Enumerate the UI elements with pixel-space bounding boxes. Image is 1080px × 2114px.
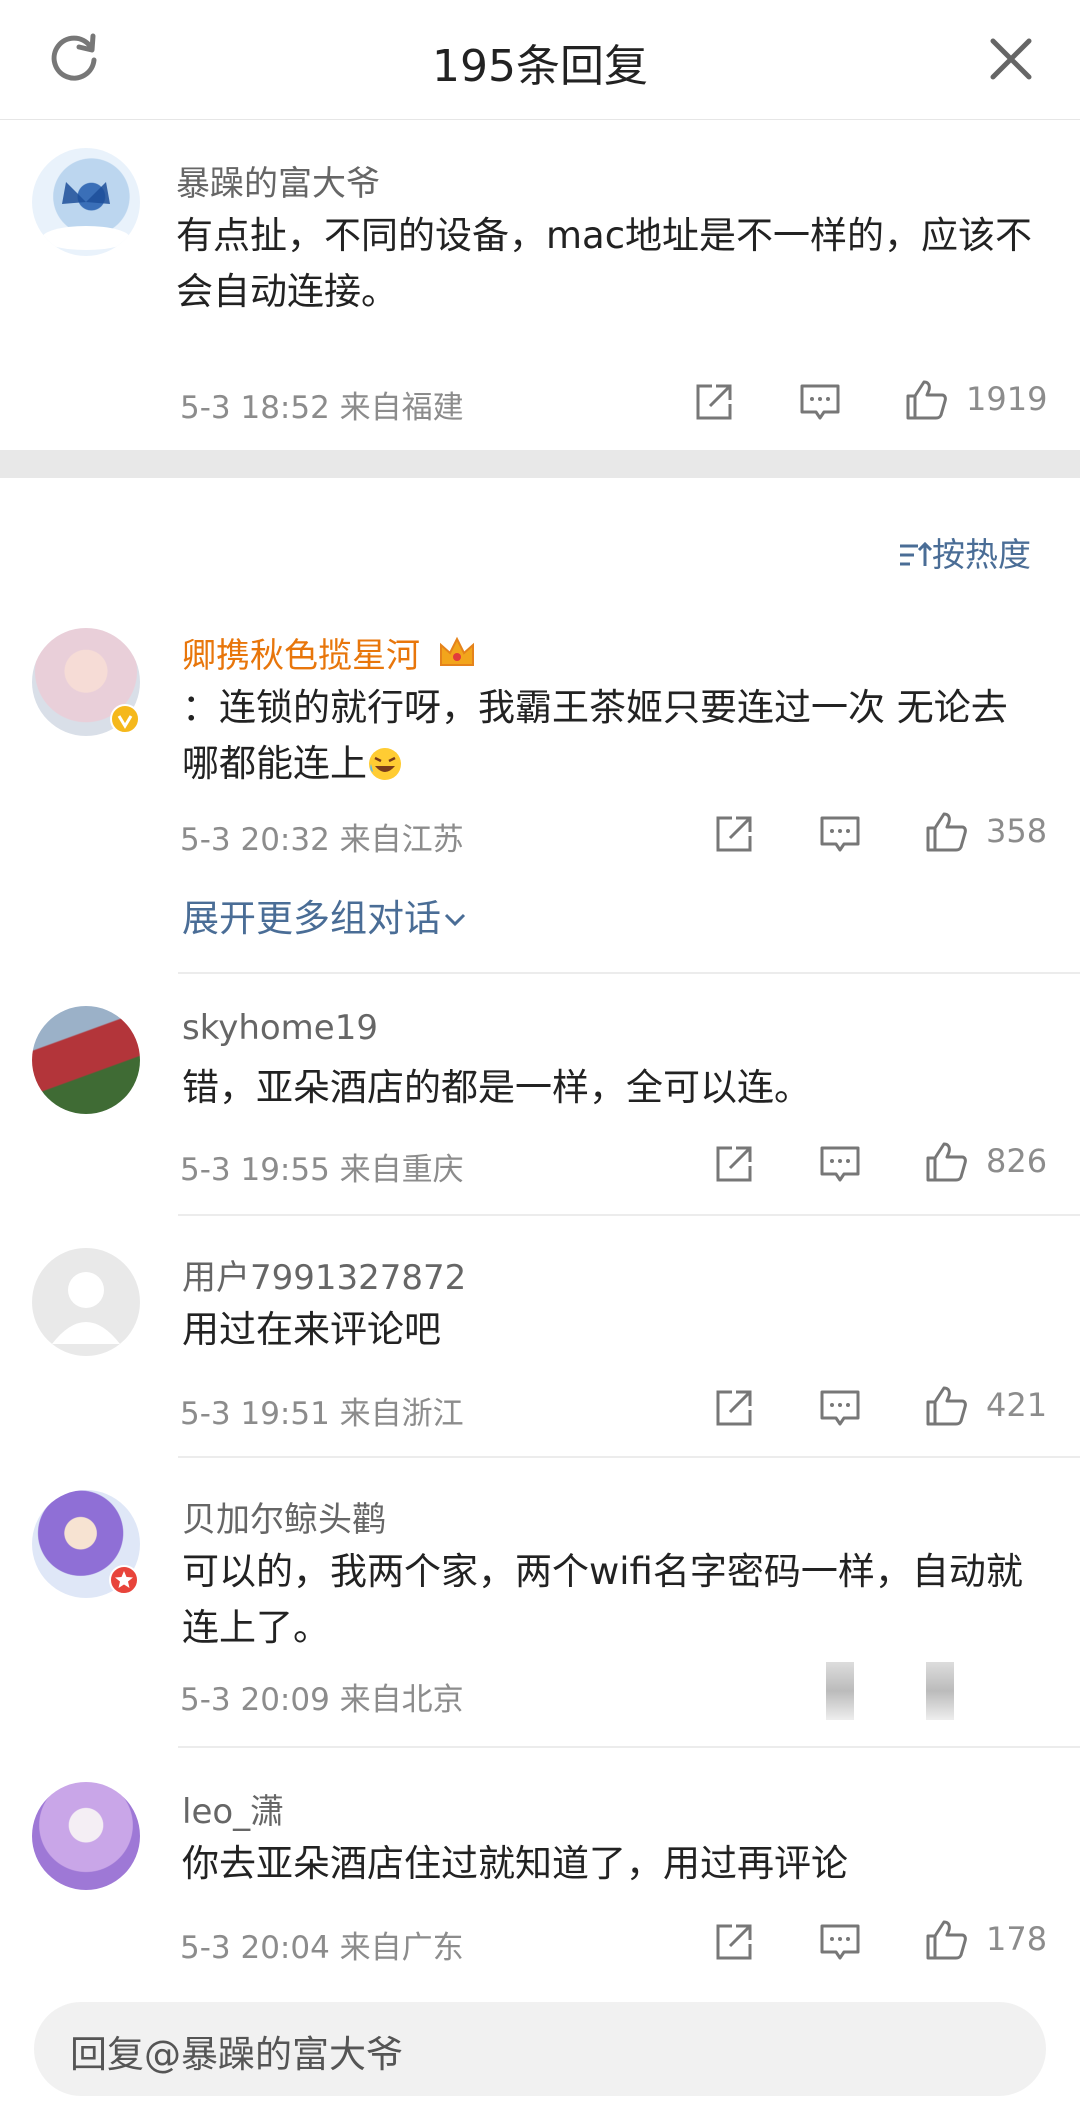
avatar[interactable] — [32, 1248, 140, 1356]
avatar[interactable] — [32, 148, 140, 256]
verified-badge-icon — [110, 704, 140, 734]
like-icon[interactable] — [904, 378, 948, 422]
close-icon[interactable] — [988, 36, 1034, 82]
share-icon[interactable] — [712, 812, 756, 856]
crown-icon — [439, 636, 474, 666]
user-name[interactable]: leo_潇 — [182, 1784, 284, 1833]
expand-conversation-link[interactable]: 展开更多组对话 — [182, 888, 467, 942]
like-count: 826 — [986, 1142, 1048, 1180]
divider — [178, 1214, 1080, 1216]
page-title: 195条回复 — [432, 41, 648, 92]
blurred-action-icon — [926, 1662, 954, 1720]
comment-meta: 5-3 19:51 来自浙江 — [180, 1396, 464, 1432]
user-name[interactable]: 卿携秋色揽星河 — [182, 628, 477, 677]
comment-meta: 5-3 19:55 来自重庆 — [180, 1152, 464, 1188]
like-icon[interactable] — [924, 810, 968, 854]
sort-icon — [900, 541, 933, 566]
default-avatar-icon — [52, 1272, 120, 1344]
comment-meta: 5-3 20:32 来自江苏 — [180, 822, 464, 858]
comment-text: 错，亚朵酒店的都是一样，全可以连。 — [182, 1066, 811, 1109]
comment-text: 你去亚朵酒店住过就知道了，用过再评论 — [182, 1842, 848, 1885]
user-name[interactable]: 贝加尔鲸头鹳 — [182, 1492, 386, 1541]
section-divider — [0, 450, 1080, 478]
header: 195条回复 — [0, 0, 1080, 120]
like-count: 421 — [986, 1386, 1048, 1424]
comment-text: 用过在来评论吧 — [182, 1308, 441, 1351]
sort-toggle[interactable]: 按热度 — [898, 528, 1031, 576]
chevron-down-icon — [444, 913, 466, 927]
divider — [178, 1456, 1080, 1458]
comment-icon[interactable] — [818, 1142, 862, 1186]
comment-meta: 5-3 20:04 来自广东 — [180, 1930, 464, 1966]
comment-text: 有点扯，不同的设备，mac地址是不一样的，应该不会自动连接。 — [176, 214, 1033, 313]
like-count: 1919 — [966, 380, 1048, 418]
reply-input[interactable]: 回复@暴躁的富大爷 — [34, 2002, 1046, 2096]
divider — [178, 972, 1080, 974]
user-name[interactable]: skyhome19 — [182, 1008, 378, 1048]
comment-icon[interactable] — [818, 1386, 862, 1430]
comment-icon[interactable] — [818, 812, 862, 856]
comment-meta: 5-3 20:09 来自北京 — [180, 1682, 464, 1718]
comment-meta: 5-3 18:52 来自福建 — [180, 390, 464, 426]
divider — [178, 1746, 1080, 1748]
sort-label: 按热度 — [932, 535, 1031, 574]
avatar[interactable] — [32, 1782, 140, 1890]
like-count: 358 — [986, 812, 1048, 850]
red-badge-icon — [109, 1565, 139, 1595]
comment-icon[interactable] — [798, 380, 842, 424]
user-name[interactable]: 用户7991327872 — [182, 1250, 466, 1299]
laughing-emoji-icon — [369, 748, 401, 780]
share-icon[interactable] — [712, 1920, 756, 1964]
like-icon[interactable] — [924, 1384, 968, 1428]
butterfly-avatar-icon — [42, 182, 130, 250]
blurred-action-icon — [826, 1662, 854, 1720]
avatar[interactable] — [32, 1006, 140, 1114]
share-icon[interactable] — [692, 380, 736, 424]
comment-icon[interactable] — [818, 1920, 862, 1964]
share-icon[interactable] — [712, 1142, 756, 1186]
share-icon[interactable] — [712, 1386, 756, 1430]
comment-text: 可以的，我两个家，两个wifi名字密码一样，自动就连上了。 — [182, 1550, 1023, 1649]
like-icon[interactable] — [924, 1918, 968, 1962]
like-icon[interactable] — [924, 1140, 968, 1184]
reply-placeholder: 回复@暴躁的富大爷 — [70, 2033, 403, 2076]
user-name[interactable]: 暴躁的富大爷 — [176, 156, 380, 205]
like-count: 178 — [986, 1920, 1048, 1958]
comment-text: ：连锁的就行呀，我霸王茶姬只要连过一次 无论去哪都能连上 — [182, 686, 1008, 785]
